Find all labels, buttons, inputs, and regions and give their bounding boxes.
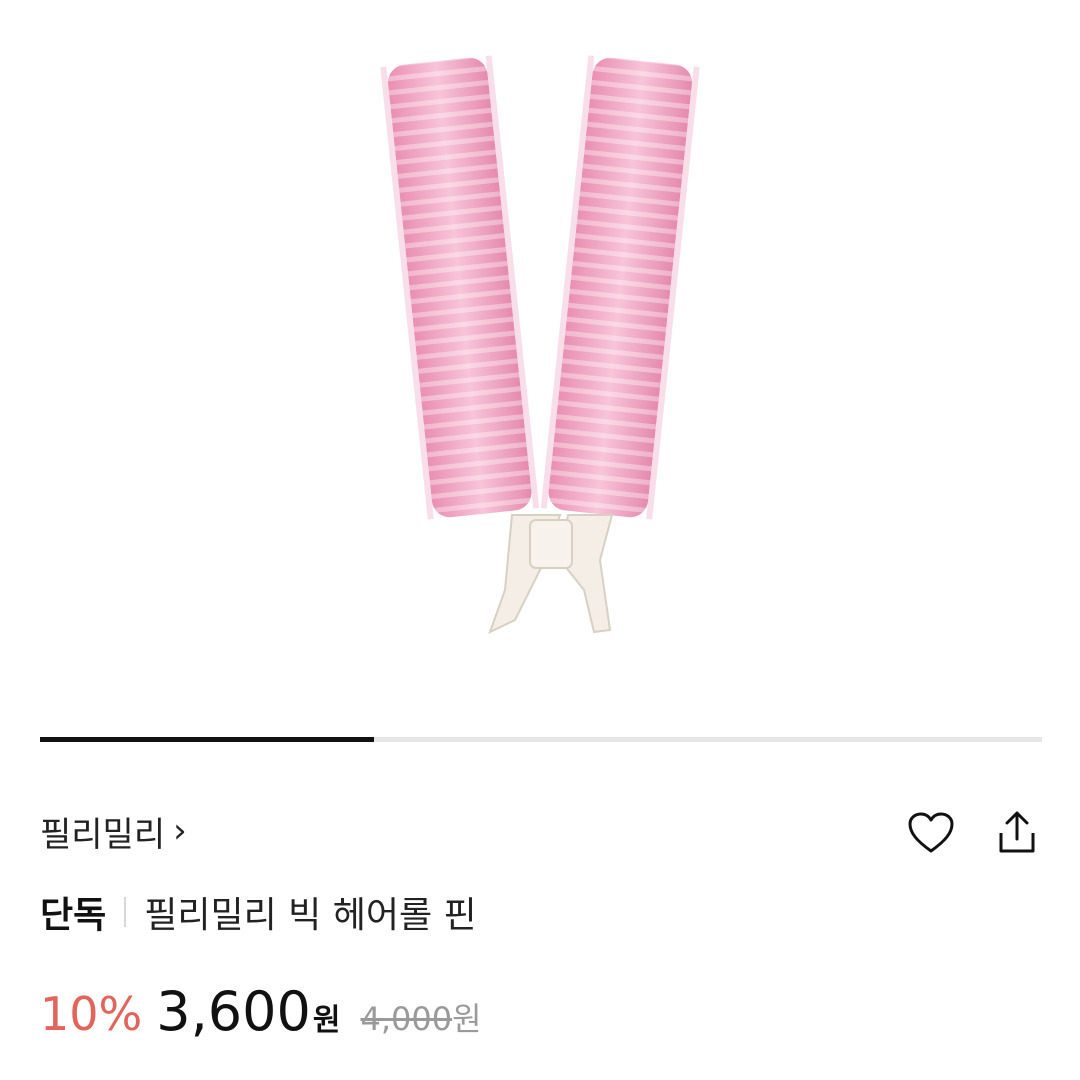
sale-price: 3,600 — [156, 980, 311, 1043]
chevron-right-icon: › — [173, 811, 187, 851]
price-row: 10% 3,600 원 4,000 원 — [40, 980, 482, 1050]
product-title-row: 단독 필리밀리 빅 헤어롤 핀 — [40, 886, 477, 938]
original-price: 4,000 — [360, 1000, 453, 1038]
discount-rate: 10% — [40, 987, 143, 1041]
price-unit: 원 — [312, 1003, 341, 1038]
divider — [124, 897, 127, 927]
brand-label: 필리밀리 — [40, 814, 166, 855]
brand-link[interactable]: 필리밀리 › — [40, 806, 187, 856]
product-image[interactable] — [0, 0, 1080, 700]
progress-indicator — [40, 737, 374, 742]
share-icon — [999, 811, 1035, 853]
wishlist-button[interactable] — [904, 806, 958, 860]
original-price-unit: 원 — [452, 1000, 482, 1038]
image-carousel-progress — [40, 737, 1042, 742]
heart-icon — [908, 812, 954, 853]
exclusive-badge: 단독 — [40, 895, 107, 936]
share-button[interactable] — [990, 806, 1044, 860]
product-title: 필리밀리 빅 헤어롤 핀 — [144, 895, 477, 936]
